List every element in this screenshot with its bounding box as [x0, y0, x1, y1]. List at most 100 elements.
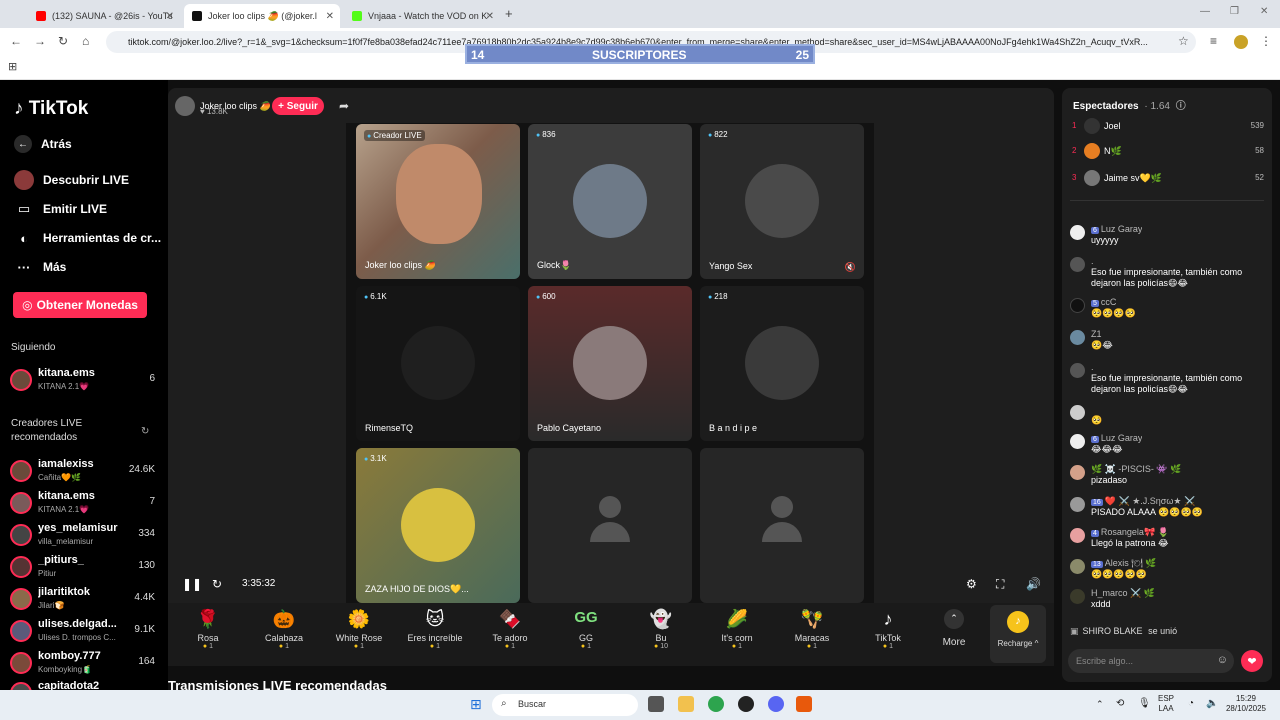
chat-message[interactable]: Z1 🥺😂 [1070, 329, 1266, 357]
file-explorer-icon[interactable] [678, 696, 694, 712]
wifi-icon[interactable]: ◔ [1188, 698, 1194, 709]
top-viewer[interactable]: 3 Jaime sv💛🌿 52 [1072, 170, 1264, 188]
clock[interactable]: 15:29 28/10/2025 [1222, 694, 1270, 714]
discord-icon[interactable] [768, 696, 784, 712]
follow-button[interactable]: + Seguir [272, 97, 324, 115]
recommended-creator[interactable]: komboy.777 Komboyking🧃 164 [10, 650, 155, 680]
nav-back[interactable]: ← Atrás [14, 135, 164, 153]
close-tab-icon[interactable]: ✕ [166, 11, 174, 22]
maximize-icon[interactable]: ❐ [1230, 6, 1239, 17]
gift-calabaza[interactable]: 🎃 Calabaza 1 [250, 609, 318, 650]
tray-chevron-icon[interactable]: ⌃ [1096, 699, 1104, 710]
refresh-stream-icon[interactable]: ↻ [212, 577, 222, 591]
host-info[interactable]: Joker loo clips 🥭 ♥ 13.8K [175, 96, 271, 116]
reading-list-icon[interactable]: ≡ [1210, 34, 1217, 48]
chocolate-heart-icon: 🍫 [498, 609, 522, 629]
nav-creator-tools[interactable]: ◐ Herramientas de cr... [14, 228, 164, 248]
mic-icon[interactable]: 🎙 [1138, 698, 1151, 709]
chat-message[interactable]: 6 Luz Garay uyyyyy [1070, 224, 1266, 252]
browser-tab-kick[interactable]: Vnjaaa - Watch the VOD on Kick ✕ [344, 4, 500, 28]
app-icon[interactable] [738, 696, 754, 712]
close-tab-icon[interactable]: ✕ [326, 11, 334, 22]
gift-rosa[interactable]: 🌹 Rosa 1 [174, 609, 242, 650]
app-icon[interactable] [796, 696, 812, 712]
chat-message[interactable]: 🌿 ☠️ -PISCIS- 👾 🌿 pizadaso [1070, 464, 1266, 492]
chrome-icon[interactable] [708, 696, 724, 712]
chat-message[interactable]: 6 Luz Garay 😂😂😂 [1070, 433, 1266, 461]
guest-tile[interactable]: 822 Yango Sex 🔇 [700, 124, 864, 279]
bookmark-star-icon[interactable]: ☆ [1178, 34, 1189, 48]
guest-tile[interactable]: 600 Pablo Cayetano [528, 286, 692, 441]
guest-tile[interactable]: 836 Glock🌷 [528, 124, 692, 279]
home-icon[interactable]: ⌂ [82, 34, 89, 48]
recommended-creator[interactable]: _pitiurs_ Pitiur 130 [10, 554, 155, 584]
language-indicator[interactable]: ESP LAA [1158, 694, 1174, 714]
guest-tile-host[interactable]: Creador LIVE Joker loo clips 🥭 [356, 124, 520, 279]
chat-message[interactable]: 4 Rosangela🎀 🌷 Llegó la patrona 😂 [1070, 527, 1266, 555]
gift-bu[interactable]: 👻 Bu 10 [627, 609, 695, 650]
gift-maracas[interactable]: 🪇 Maracas 1 [778, 609, 846, 650]
browser-tab-tiktok[interactable]: Joker loo clips 🥭 (@joker.l ✕ [184, 4, 340, 28]
share-icon[interactable]: ➦ [339, 99, 349, 113]
recommended-creator[interactable]: ulises.delgad... Ulises D. trompos C... … [10, 618, 155, 648]
gift-te-adoro[interactable]: 🍫 Te adoro 1 [476, 609, 544, 650]
settings-icon[interactable]: ⚙ [966, 577, 977, 591]
get-coins-button[interactable]: ◎ Obtener Monedas [13, 292, 147, 318]
chat-message[interactable]: H_marco ⚔️ 🌿 xddd [1070, 588, 1266, 614]
recommended-creator[interactable]: jilaritiktok Jilari🍞 4.4K [10, 586, 155, 616]
minimize-icon[interactable]: — [1200, 6, 1210, 17]
recommended-creator[interactable]: yes_melamisur villa_melamisur 334 [10, 522, 155, 552]
chat-input[interactable]: Escribe algo... ☺ [1068, 649, 1234, 673]
gift-its-corn[interactable]: 🌽 It's corn 1 [703, 609, 771, 650]
tiktok-logo[interactable]: ♪ TikTok [14, 98, 88, 120]
recommended-creator[interactable]: iamalexiss Cañita🧡🌿 24.6K [10, 458, 155, 488]
volume-tray-icon[interactable]: 🔈 [1206, 698, 1218, 709]
nav-more[interactable]: ··· Más [14, 257, 164, 277]
taskbar-search[interactable]: ⌕ Buscar [492, 694, 638, 716]
task-view-icon[interactable] [648, 696, 664, 712]
recommended-creator[interactable]: kitana.ems KITANA 2.1💗 7 [10, 490, 155, 520]
chat-message[interactable]: 🥺 [1070, 404, 1266, 430]
gift-tiktok[interactable]: ♪ TikTok 1 [854, 609, 922, 650]
pause-icon[interactable]: ❚❚ [182, 577, 202, 591]
recharge-button[interactable]: ♪ Recharge ^ [990, 605, 1046, 663]
gift-white-rose[interactable]: 🌼 White Rose 1 [325, 609, 393, 650]
close-tab-icon[interactable]: ✕ [486, 11, 494, 22]
following-item[interactable]: kitana.ems KITANA 2.1💗 6 [10, 367, 155, 397]
top-viewer[interactable]: 1 Joel 539 [1072, 118, 1264, 136]
gift-eres-increible[interactable]: 🐱 Eres increíble 1 [401, 609, 469, 650]
info-icon[interactable]: ⓘ [1176, 101, 1186, 112]
avatar [1070, 559, 1085, 574]
reload-icon[interactable]: ↻ [58, 34, 68, 48]
like-heart-button[interactable]: ❤ [1241, 650, 1263, 672]
menu-dots-icon[interactable]: ⋮ [1260, 34, 1272, 48]
emoji-icon[interactable]: ☺ [1217, 654, 1228, 666]
recommended-creator[interactable]: capitadota2 [10, 680, 155, 690]
chat-message[interactable]: 5 ccC 🥺🥺🥺🥺 [1070, 297, 1266, 325]
fullscreen-icon[interactable]: ⛶ [996, 577, 1004, 592]
windows-start-icon[interactable]: ⊞ [470, 696, 482, 713]
nav-go-live[interactable]: ▭ Emitir LIVE [14, 199, 164, 219]
more-gifts-button[interactable]: ⌃ More [936, 609, 972, 648]
network-icon[interactable]: ⟲ [1116, 698, 1124, 709]
back-icon[interactable]: ← [10, 34, 22, 48]
guest-tile[interactable]: 218 B a n d i p e [700, 286, 864, 441]
host-avatar[interactable] [175, 96, 195, 116]
close-window-icon[interactable]: ✕ [1260, 6, 1268, 17]
forward-icon[interactable]: → [34, 34, 46, 48]
right-panel: Espectadores · 1.64 ⓘ 1 Joel 539 2 N🌿 58… [1062, 88, 1272, 682]
guest-tile[interactable]: 6.1K RimenseTQ [356, 286, 520, 441]
chat-message[interactable]: 16 ❤️ ⚔️ ★.J.Sησω★ ⚔️ PISADO ALAAA 🥺🥺🥺🥺 [1070, 496, 1266, 524]
nav-discover-live[interactable]: Descubrir LIVE [14, 170, 164, 190]
gift-gg[interactable]: GG GG 1 [552, 609, 620, 650]
chat-message[interactable]: . Eso fue impresionante, también como de… [1070, 256, 1266, 290]
profile-avatar[interactable] [1234, 35, 1248, 49]
new-tab-icon[interactable]: + [505, 6, 513, 21]
browser-tab-youtube[interactable]: (132) SAUNA - @26is - YouTube ✕ [28, 4, 180, 28]
apps-grid-icon[interactable]: ⊞ [8, 60, 17, 73]
refresh-icon[interactable]: ↻ [141, 426, 149, 437]
chat-message[interactable]: 13 Alexis 🍽 🌿 🥺🥺🥺🥺🥺 [1070, 558, 1266, 586]
top-viewer[interactable]: 2 N🌿 58 [1072, 143, 1264, 161]
volume-icon[interactable]: 🔊 [1026, 577, 1041, 591]
chat-message[interactable]: . Eso fue impresionante, también como de… [1070, 362, 1266, 396]
